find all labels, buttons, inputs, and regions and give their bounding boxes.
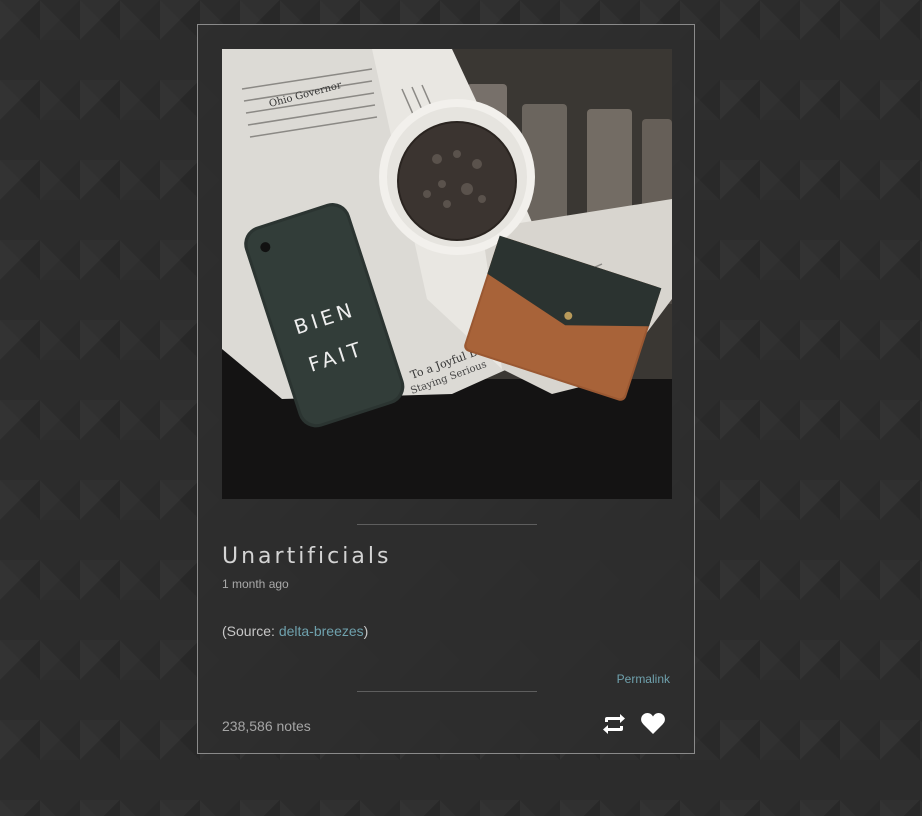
title-divider [357,524,537,525]
post-timestamp: 1 month ago [222,577,289,591]
source-link[interactable]: delta-breezes [279,623,364,639]
permalink-link[interactable]: Permalink [617,672,670,686]
source-suffix: ) [363,623,369,639]
reblog-button[interactable] [600,710,628,738]
notes-count[interactable]: 238,586 notes [222,718,311,734]
footer-divider [357,691,537,692]
post-photo[interactable]: Ohio Governor To a Joyful Best Staying S… [222,49,672,499]
source-prefix: (Source: [222,623,279,639]
heart-icon [641,713,665,734]
like-button[interactable] [639,710,667,738]
source-line: (Source: delta-breezes) [222,623,368,639]
post-card: Ohio Governor To a Joyful Best Staying S… [197,24,695,754]
reblog-icon [603,714,625,734]
post-title: Unartificials [222,544,392,569]
